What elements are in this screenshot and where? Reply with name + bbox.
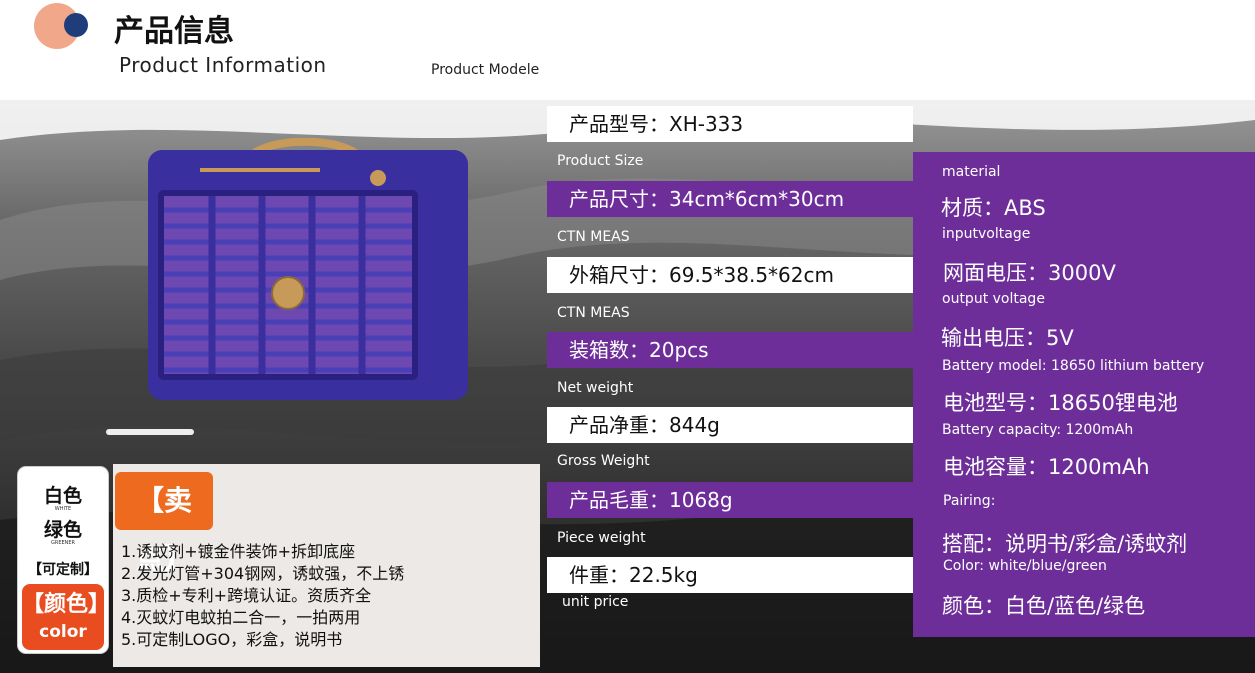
spec-label-unit-price: unit price xyxy=(562,594,629,610)
selling-point: 1.诱蚊剂+镀金件装饰+拆卸底座 xyxy=(121,542,356,561)
color-white-en: WHITE xyxy=(54,506,72,512)
panel-label-material: material xyxy=(942,164,1001,180)
spec-row-ctn: 外箱尺寸：69.5*38.5*62cm xyxy=(547,257,913,293)
panel-label-output: output voltage xyxy=(942,291,1045,307)
selling-point: 4.灭蚊灯电蚊拍二合一，一拍两用 xyxy=(121,608,361,627)
panel-label-battery-model: Battery model: 18650 lithium battery xyxy=(942,358,1205,374)
logo-circle-navy xyxy=(64,13,88,37)
color-green-label: 绿色 xyxy=(43,519,82,541)
color-options-box: 白色 WHITE 绿色 GREENER 【可定制】 【颜色】 color xyxy=(18,467,111,653)
product-stand xyxy=(106,429,194,435)
spec-row-model: 产品型号：XH-333 xyxy=(547,106,913,142)
panel-value-battery-model: 电池型号：18650锂电池 xyxy=(943,391,1178,415)
model-label-en: Product Modele xyxy=(431,62,540,78)
product-image xyxy=(148,137,468,400)
customizable-label: 【可定制】 xyxy=(28,562,98,578)
panel-label-input: inputvoltage xyxy=(942,226,1031,242)
selling-point: 5.可定制LOGO，彩盒，说明书 xyxy=(121,630,343,649)
spec-row-net: 产品净重：844g xyxy=(547,407,913,443)
panel-value-battery-capacity: 电池容量：1200mAh xyxy=(943,455,1150,479)
spec-row-piece: 件重：22.5kg xyxy=(547,557,913,593)
page-title: 产品信息 xyxy=(114,14,234,49)
color-tag-cn: 【颜色】 xyxy=(22,592,111,617)
color-tag: 【颜色】 color xyxy=(22,584,111,650)
panel-value-material: 材质：ABS xyxy=(941,196,1046,220)
selling-point: 2.发光灯管+304钢网，诱蚊强，不上锈 xyxy=(121,564,405,583)
spec-label-size: Product Size xyxy=(557,153,644,169)
color-white-label: 白色 xyxy=(43,485,82,507)
spec-label-ctn: CTN MEAS xyxy=(557,229,630,245)
spec-label-piece: Piece weight xyxy=(557,530,646,546)
spec-row-size: 产品尺寸：34cm*6cm*30cm xyxy=(547,181,913,217)
panel-label-battery-capacity: Battery capacity: 1200mAh xyxy=(942,422,1134,438)
selling-points-badge: 【卖点】 xyxy=(115,472,213,575)
panel-value-color: 颜色：白色/蓝色/绿色 xyxy=(942,594,1146,618)
spec-row-gross: 产品毛重：1068g xyxy=(547,482,913,518)
panel-value-input: 网面电压：3000V xyxy=(943,261,1116,285)
spec-label-gross: Gross Weight xyxy=(557,453,650,469)
spec-label-ctn-qty: CTN MEAS xyxy=(557,305,630,321)
color-tag-en: color xyxy=(39,622,87,642)
panel-label-pairing: Pairing: xyxy=(943,493,996,509)
selling-point: 3.质检+专利+跨境认证。资质齐全 xyxy=(121,586,372,605)
spec-row-qty: 装箱数：20pcs xyxy=(547,332,913,368)
page-subtitle: Product Information xyxy=(119,53,327,77)
color-green-en: GREENER xyxy=(50,540,76,546)
panel-value-pairing: 搭配：说明书/彩盒/诱蚊剂 xyxy=(942,532,1188,556)
spec-label-net: Net weight xyxy=(557,380,634,396)
panel-label-color: Color: white/blue/green xyxy=(943,558,1107,574)
panel-value-output: 输出电压：5V xyxy=(941,326,1074,350)
